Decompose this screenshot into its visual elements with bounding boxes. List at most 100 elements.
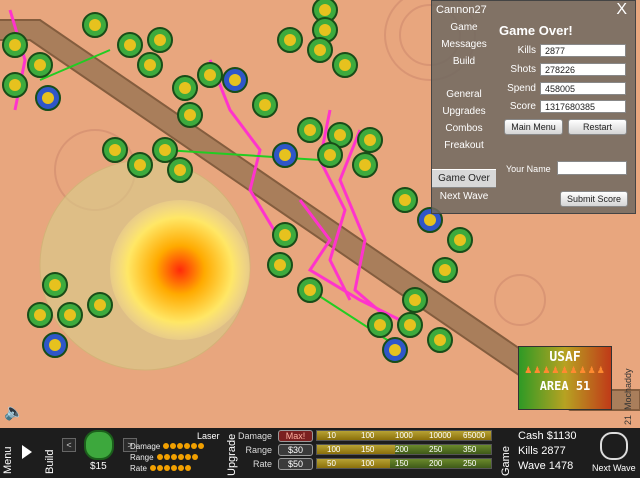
usaf-sign: USAF ♟♟♟♟♟♟♟♟♟ AREA 51 — [518, 346, 612, 410]
tower-core — [259, 99, 271, 111]
main-menu-button[interactable]: Main Menu — [504, 119, 563, 135]
tower-core — [359, 159, 371, 171]
tower-core — [42, 92, 54, 104]
tower-core — [324, 149, 336, 161]
stat-dot — [184, 443, 191, 449]
stat-row-range: Range — [130, 453, 198, 462]
stat-dot — [185, 465, 192, 471]
menu-item-general[interactable]: General — [432, 86, 496, 103]
tower-core — [404, 319, 416, 331]
menu-tab[interactable]: Menu — [2, 446, 14, 474]
menu-item-next-wave[interactable]: Next Wave — [432, 188, 496, 205]
stat-label-shots: Shots — [510, 64, 536, 75]
upgrade-tick: 100 — [327, 445, 341, 454]
tower-core — [399, 194, 411, 206]
upgrade-button-damage[interactable]: Max! — [278, 430, 313, 442]
tower-core — [134, 159, 146, 171]
game-over-heading: Game Over! — [499, 23, 573, 38]
tower-core — [34, 59, 46, 71]
menu-item-build[interactable]: Build — [432, 53, 496, 70]
tower-core — [154, 34, 166, 46]
upgrade-button-rate[interactable]: $50 — [278, 458, 313, 470]
tower-core — [159, 144, 171, 156]
stat-dot — [177, 443, 184, 449]
your-name-label: Your Name — [506, 164, 551, 174]
tower-type: Laser — [197, 431, 220, 441]
upgrade-tick: 150 — [361, 445, 375, 454]
next-wave-label[interactable]: Next Wave — [592, 463, 636, 473]
stat-row-rate-label: Rate — [130, 464, 147, 473]
menu-item-upgrades[interactable]: Upgrades — [432, 103, 496, 120]
tower-core — [334, 129, 346, 141]
upgrade-tick: 1000 — [395, 431, 413, 440]
stat-label-kills: Kills — [517, 45, 536, 56]
upgrade-tick: 10000 — [429, 431, 452, 440]
upgrade-track-rate: 50 100 150 200 250 — [316, 458, 492, 469]
stat-dot — [184, 454, 191, 460]
upgrade-label-range: Range — [245, 445, 272, 455]
tower-core — [124, 39, 136, 51]
tower-core — [279, 229, 291, 241]
hud-bar: Menu Build < $15 > Laser Damage Range Ra… — [0, 428, 640, 478]
upgrade-button-range[interactable]: $30 — [278, 444, 313, 456]
tower-preview-icon[interactable] — [84, 430, 114, 460]
restart-button[interactable]: Restart — [568, 119, 627, 135]
upgrade-tick: 10 — [327, 431, 336, 440]
close-icon[interactable]: X — [616, 1, 627, 19]
tower-price: $15 — [90, 461, 107, 472]
stat-label-spend: Spend — [507, 83, 536, 94]
tower-core — [409, 294, 421, 306]
sign-line1: USAF — [549, 350, 581, 365]
tower-core — [454, 234, 466, 246]
stat-dot — [163, 443, 170, 449]
tower-core — [204, 69, 216, 81]
explosion — [110, 200, 250, 340]
stat-dot — [178, 465, 185, 471]
upgrade-tick: 65000 — [463, 431, 486, 440]
speaker-icon[interactable]: 🔈 — [4, 402, 24, 422]
game-over-panel: Cannon27 X Game Messages Build General U… — [431, 0, 636, 214]
tower-core — [434, 334, 446, 346]
stat-dot — [157, 465, 164, 471]
wave-readout: Wave 1478 — [518, 460, 574, 472]
tower-core — [49, 339, 61, 351]
tower-core — [184, 109, 196, 121]
your-name-input[interactable] — [557, 161, 627, 175]
build-tab[interactable]: Build — [44, 450, 56, 474]
panel-title: Cannon27 — [436, 4, 487, 16]
upgrade-tick: 350 — [463, 445, 477, 454]
side-credit: Mochaddy — [623, 368, 633, 410]
stat-dot — [191, 443, 198, 449]
menu-item-game[interactable]: Game — [432, 19, 496, 36]
stat-dot — [171, 465, 178, 471]
tower-core — [64, 309, 76, 321]
stat-row-rate: Rate — [130, 464, 192, 473]
stat-row-damage-label: Damage — [130, 442, 161, 451]
upgrade-tick: 100 — [361, 431, 375, 440]
upgrade-tick: 50 — [327, 459, 336, 468]
stat-value-shots: 278226 — [540, 63, 626, 76]
upgrade-tick: 200 — [395, 445, 409, 454]
tower-core — [179, 82, 191, 94]
submit-score-button[interactable]: Submit Score — [560, 191, 628, 207]
menu-item-game-over[interactable]: Game Over — [432, 169, 496, 188]
stat-dot — [170, 454, 177, 460]
prev-tower-button[interactable]: < — [62, 438, 76, 452]
upgrade-tick: 200 — [429, 459, 443, 468]
stat-row-range-label: Range — [130, 453, 154, 462]
play-icon[interactable] — [22, 445, 32, 459]
stat-value-score: 1317680385 — [540, 100, 626, 113]
upgrade-tick: 150 — [395, 459, 409, 468]
kills-readout: Kills 2877 — [518, 445, 566, 457]
cash-readout: Cash $1130 — [518, 430, 577, 442]
menu-item-freakout[interactable]: Freakout — [432, 137, 496, 154]
wave-timer-icon[interactable] — [600, 432, 628, 460]
tower-core — [314, 44, 326, 56]
game-tab[interactable]: Game — [500, 446, 512, 476]
tower-core — [109, 144, 121, 156]
tower-core — [304, 284, 316, 296]
stat-dot — [177, 454, 184, 460]
menu-item-combos[interactable]: Combos — [432, 120, 496, 137]
tower-core — [284, 34, 296, 46]
menu-item-messages[interactable]: Messages — [432, 36, 496, 53]
